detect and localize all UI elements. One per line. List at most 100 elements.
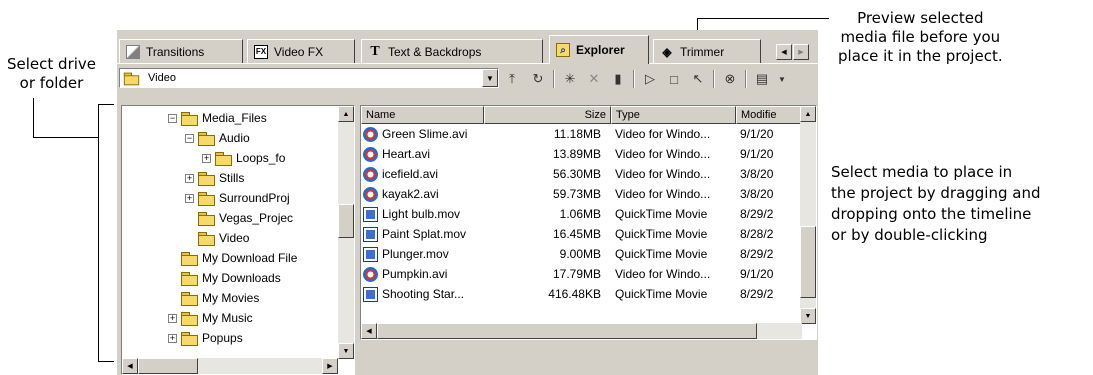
tree-bracket-line — [33, 137, 99, 138]
file-row[interactable]: Plunger.mov 9.00MB QuickTime Movie 8/29/2 — [361, 245, 802, 264]
tab-transitions[interactable]: Transitions — [119, 39, 243, 63]
tree-bracket-line — [98, 104, 99, 362]
search-button[interactable]: ⊗ — [719, 69, 741, 89]
delete-button[interactable]: ✕ — [583, 69, 605, 89]
column-header-name[interactable]: Name — [361, 106, 484, 124]
file-size: 17.79MB — [552, 267, 601, 281]
tree-item-label: My Download File — [202, 251, 298, 265]
column-header-size[interactable]: Size — [484, 106, 611, 124]
tree-item[interactable]: + My Music — [168, 308, 253, 328]
folder-tree[interactable]: − Media_Files − Audio + Loops_fo + Stills + Surro… — [121, 105, 355, 375]
tab-trimmer[interactable]: ◈ Trimmer — [653, 39, 761, 63]
scroll-down-button[interactable]: ▼ — [338, 343, 354, 359]
tab-video-fx[interactable]: FX Video FX — [247, 39, 355, 63]
list-horizontal-scrollbar[interactable]: ◀ — [361, 323, 802, 339]
folder-icon — [123, 72, 140, 85]
tab-explorer[interactable]: ⌕ Explorer — [549, 35, 649, 64]
folder-path-combobox[interactable]: Video ▼ — [119, 68, 499, 88]
tree-item[interactable]: Vegas_Projec — [185, 208, 293, 228]
scroll-left-button[interactable]: ◀ — [361, 323, 377, 339]
new-folder-button[interactable]: ✳ — [559, 69, 581, 89]
preview-annotation: Preview selected media file before you p… — [838, 9, 1003, 65]
file-modified: 8/29/2 — [740, 287, 774, 301]
video-file-icon — [363, 127, 378, 142]
tree-item[interactable]: − Media_Files — [168, 108, 267, 128]
file-row[interactable]: Paint Splat.mov 16.45MB QuickTime Movie 8/2… — [361, 225, 802, 244]
expand-icon[interactable]: + — [168, 333, 177, 343]
file-size: 13.89MB — [552, 147, 601, 161]
tree-bracket-line — [98, 104, 114, 105]
tree-item-label: Video — [219, 231, 250, 245]
auto-preview-button[interactable]: ↖ — [687, 69, 709, 89]
views-dropdown-button[interactable]: ▼ — [771, 69, 793, 89]
trimmer-icon: ◈ — [662, 44, 672, 59]
file-row[interactable]: Light bulb.mov 1.06MB QuickTime Movie 8/29/… — [361, 205, 802, 224]
tab-text-backdrops[interactable]: T Text & Backdrops — [361, 39, 543, 63]
transitions-icon — [126, 44, 140, 59]
collapse-icon[interactable]: − — [168, 113, 177, 123]
file-name: Plunger.mov — [382, 247, 449, 261]
collapse-icon[interactable]: − — [185, 133, 194, 143]
tree-item[interactable]: My Download File — [168, 248, 297, 268]
tab-label: Video FX — [274, 44, 324, 59]
folder-icon — [181, 311, 198, 326]
favorites-button[interactable]: ▮ — [607, 69, 629, 89]
scroll-right-button[interactable]: ▶ — [322, 358, 338, 374]
scroll-thumb[interactable] — [138, 358, 198, 374]
column-header-modified[interactable]: Modifie — [736, 106, 802, 124]
folder-icon — [215, 151, 232, 166]
scroll-left-button[interactable]: ◀ — [122, 358, 138, 374]
expand-icon[interactable]: + — [185, 193, 194, 203]
tree-item[interactable]: My Movies — [168, 288, 259, 308]
file-row[interactable]: kayak2.avi 59.73MB Video for Windo... 3/8/2… — [361, 185, 802, 204]
tree-item[interactable]: + Popups — [168, 328, 243, 348]
expand-icon[interactable]: + — [202, 153, 211, 163]
file-row[interactable]: Green Slime.avi 11.18MB Video for Windo...… — [361, 125, 802, 144]
play-button[interactable]: ▷ — [639, 69, 661, 89]
file-name: Light bulb.mov — [382, 207, 461, 221]
file-row[interactable]: Pumpkin.avi 17.79MB Video for Windo... 9/1/… — [361, 265, 802, 284]
chevron-down-icon[interactable]: ▼ — [482, 69, 498, 87]
file-modified: 9/1/20 — [740, 127, 774, 141]
tree-vertical-scrollbar[interactable]: ▲ ▼ — [338, 106, 354, 359]
tree-item[interactable]: + SurroundProj — [185, 188, 290, 208]
column-header-type[interactable]: Type — [611, 106, 736, 124]
tree-item[interactable]: + Loops_fo — [202, 148, 285, 168]
video-file-icon — [363, 267, 378, 282]
views-button[interactable]: ▤ — [751, 69, 773, 89]
file-row[interactable]: Heart.avi 13.89MB Video for Windo... 9/1/20 — [361, 145, 802, 164]
scroll-down-button[interactable]: ▼ — [800, 308, 816, 324]
scroll-up-button[interactable]: ▲ — [800, 106, 816, 122]
file-name: Pumpkin.avi — [382, 267, 448, 281]
file-name: kayak2.avi — [382, 187, 439, 201]
folder-icon — [181, 111, 198, 126]
scroll-thumb[interactable] — [800, 226, 816, 298]
tab-scroll-left-button[interactable]: ◀ — [776, 44, 792, 60]
open-folder-icon — [198, 231, 215, 246]
tree-item[interactable]: Video — [185, 228, 249, 248]
tree-item[interactable]: My Downloads — [168, 268, 281, 288]
up-folder-button[interactable]: ⤒ — [501, 69, 523, 89]
stop-button[interactable]: □ — [663, 69, 685, 89]
tree-horizontal-scrollbar[interactable]: ◀ ▶ — [122, 358, 338, 374]
explorer-window: Transitions FX Video FX T Text & Backdro… — [117, 30, 818, 375]
tree-item[interactable]: + Stills — [185, 168, 244, 188]
file-row[interactable]: Shooting Star... 416.48KB QuickTime Movie 8… — [361, 285, 802, 304]
list-vertical-scrollbar[interactable]: ▲ ▼ — [800, 106, 816, 324]
tree-item-label: My Music — [202, 311, 253, 325]
scroll-up-button[interactable]: ▲ — [338, 106, 354, 122]
scroll-thumb[interactable] — [338, 204, 354, 238]
file-row[interactable]: icefield.avi 56.30MB Video for Windo... 3/8… — [361, 165, 802, 184]
tab-scroll-right-button[interactable]: ▶ — [793, 44, 809, 60]
file-modified: 8/28/2 — [740, 227, 774, 241]
tree-item[interactable]: − Audio — [185, 128, 250, 148]
media-file-list[interactable]: Name Size Type Modifie Green Slime.avi 11… — [360, 105, 817, 340]
scroll-thumb[interactable] — [377, 323, 757, 339]
tree-item-label: Popups — [202, 331, 243, 345]
expand-icon[interactable]: + — [185, 173, 194, 183]
file-name: Paint Splat.mov — [382, 227, 467, 241]
expand-icon[interactable]: + — [168, 313, 177, 323]
file-size: 416.48KB — [548, 287, 601, 301]
refresh-button[interactable]: ↻ — [527, 69, 549, 89]
tree-item-label: My Movies — [202, 291, 260, 305]
